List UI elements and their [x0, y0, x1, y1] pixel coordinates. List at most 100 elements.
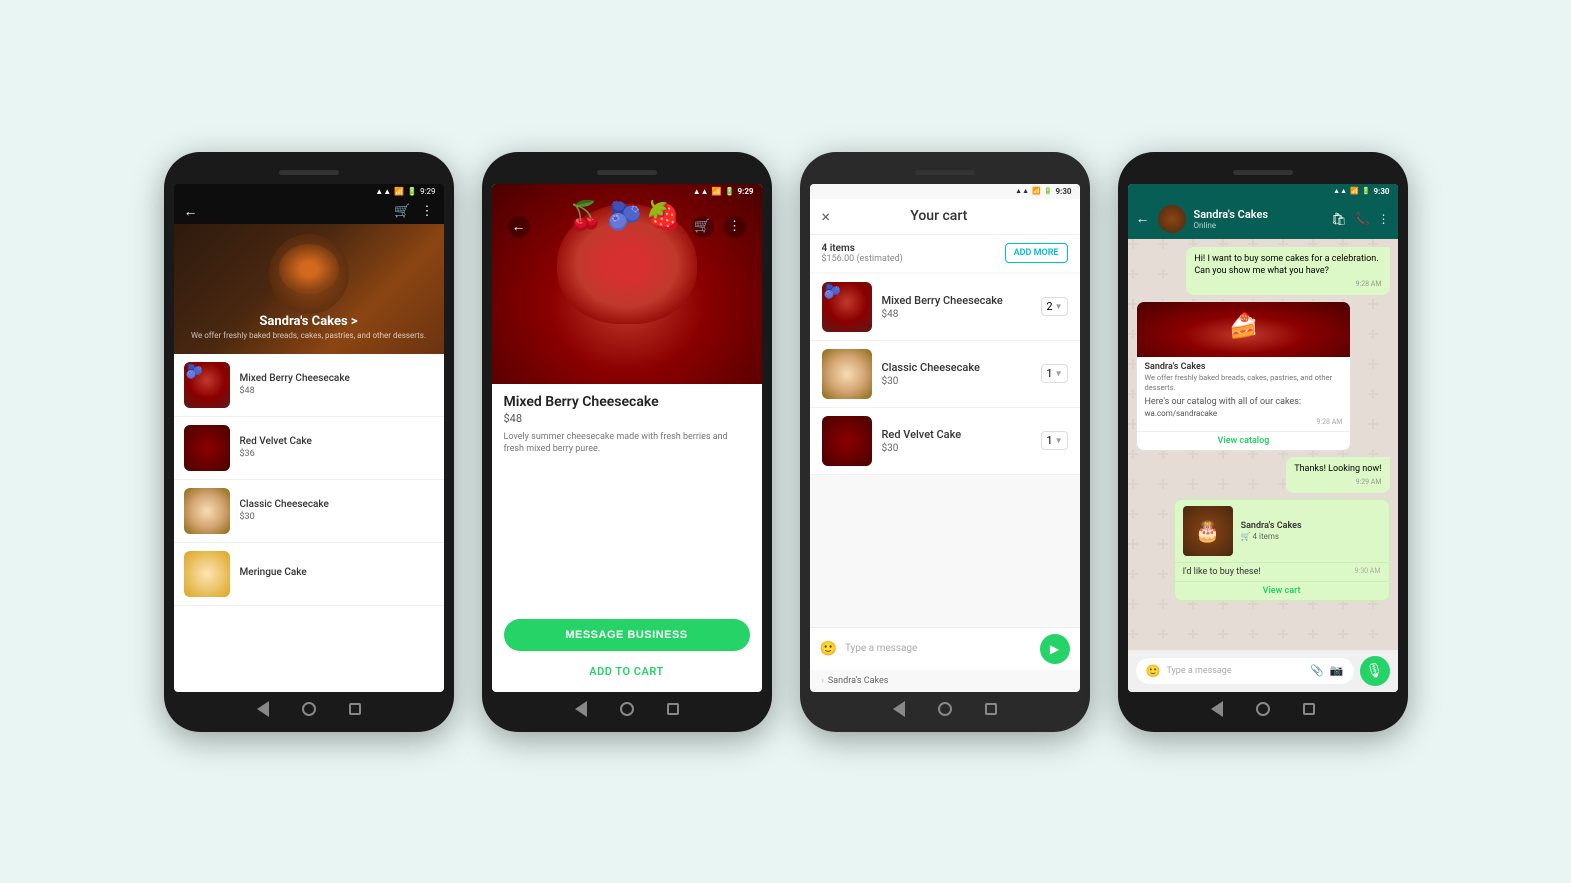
- product-thumb-berry: [184, 362, 230, 408]
- product-thumb-meringue: [184, 551, 230, 597]
- product-name-1: Red Velvet Cake: [240, 436, 434, 447]
- message-input-cart[interactable]: Type a message: [845, 643, 1032, 654]
- recents-nav-3[interactable]: [982, 700, 1000, 718]
- chat-header-icons: 🛍 📞 ⋮: [1331, 212, 1389, 226]
- recents-nav-2[interactable]: [664, 700, 682, 718]
- cart-share-card[interactable]: Sandra's Cakes 🛒 4 items I'd like to buy…: [1174, 499, 1390, 601]
- recents-nav-1[interactable]: [346, 700, 364, 718]
- catalog-time: 9:28 AM: [1145, 418, 1343, 426]
- cart-item-price-0: $48: [882, 309, 1032, 320]
- back-nav-1[interactable]: [254, 700, 272, 718]
- product-info-2: Classic Cheesecake $30: [240, 499, 434, 522]
- catalog-link[interactable]: wa.com/sandracake: [1145, 409, 1343, 418]
- add-more-button[interactable]: ADD MORE: [1005, 243, 1068, 263]
- cart-items-badge: 🛒 4 items: [1241, 532, 1302, 541]
- cart-item-name-0: Mixed Berry Cheesecake: [882, 294, 1032, 307]
- header-icons-1: 🛒 ⋮: [394, 204, 433, 219]
- cart-item-qty-0[interactable]: 2 ▼: [1041, 297, 1067, 316]
- menu-icon-4[interactable]: ⋮: [1378, 212, 1390, 226]
- phones-container: ▲▲ 📶 🔋 9:29 ← 🛒 ⋮ Sandra's Cakes > We of…: [144, 112, 1428, 772]
- emoji-icon-3[interactable]: 🙂: [820, 641, 837, 657]
- nav-bar-1: [174, 692, 444, 722]
- menu-icon-2[interactable]: ⋮: [724, 216, 746, 238]
- menu-icon-1[interactable]: ⋮: [421, 204, 434, 219]
- chat-input-area[interactable]: 🙂 Type a message 📎 📷: [1136, 658, 1354, 684]
- phone-top-bar-1: [174, 162, 444, 184]
- attachment-icon[interactable]: 📎: [1310, 664, 1324, 677]
- home-nav-2[interactable]: [618, 700, 636, 718]
- send-button-cart[interactable]: ▶: [1040, 634, 1070, 664]
- view-catalog-button[interactable]: View catalog: [1137, 431, 1351, 450]
- back-icon-4[interactable]: ←: [1136, 210, 1150, 227]
- recents-nav-4[interactable]: [1300, 700, 1318, 718]
- nav-bar-4: [1128, 692, 1398, 722]
- business-desc-1: We offer freshly baked breads, cakes, pa…: [191, 331, 426, 340]
- add-to-cart-button[interactable]: ADD TO CART: [504, 659, 750, 684]
- message-business-button[interactable]: MESSAGE BUSINESS: [504, 619, 750, 651]
- list-item[interactable]: Mixed Berry Cheesecake $48: [174, 354, 444, 417]
- cart-share-info: Sandra's Cakes 🛒 4 items: [1241, 521, 1302, 541]
- back-nav-2[interactable]: [572, 700, 590, 718]
- phone-1: ▲▲ 📶 🔋 9:29 ← 🛒 ⋮ Sandra's Cakes > We of…: [164, 152, 454, 732]
- cart-item-thumb-2: [822, 416, 872, 466]
- chat-bubble-2: Thanks! Looking now! 9:29 AM: [1286, 457, 1389, 493]
- cart-item-0: Mixed Berry Cheesecake $48 2 ▼: [810, 274, 1080, 341]
- speaker-2: [597, 170, 657, 175]
- catalog-card-image: [1137, 302, 1351, 357]
- cart-estimate: $156.00 (estimated): [822, 254, 903, 264]
- back-nav-3[interactable]: [890, 700, 908, 718]
- detail-product-price: $48: [504, 412, 750, 425]
- product-price-2: $30: [240, 512, 434, 522]
- phone-top-bar-3: [810, 162, 1080, 184]
- catalog-card-info: Sandra's Cakes We offer freshly baked br…: [1137, 357, 1351, 431]
- home-nav-1[interactable]: [300, 700, 318, 718]
- phone1-header: ← 🛒 ⋮: [174, 199, 444, 224]
- phone-4: ▲▲ 📶 🔋 9:30 ← Sandra's Cakes Online 🛍 📞 …: [1118, 152, 1408, 732]
- call-icon-4[interactable]: 📞: [1355, 212, 1370, 226]
- list-item[interactable]: Red Velvet Cake $36: [174, 417, 444, 480]
- product-info-3: Meringue Cake: [240, 567, 434, 580]
- cart-item-price-1: $30: [882, 376, 1032, 387]
- view-cart-button[interactable]: View cart: [1175, 581, 1389, 600]
- back-nav-4[interactable]: [1208, 700, 1226, 718]
- cart-message-bar: 🙂 Type a message ▶: [810, 627, 1080, 670]
- phone-2: ▲▲ 📶 🔋 9:29 ← 🛒 ⋮ Mixed Berry Cheesecake…: [482, 152, 772, 732]
- cart-item-info-2: Red Velvet Cake $30: [882, 428, 1032, 454]
- back-icon-2[interactable]: ←: [508, 216, 530, 238]
- home-nav-3[interactable]: [936, 700, 954, 718]
- product-detail-image: [492, 184, 762, 384]
- chat-contact-status: Online: [1194, 221, 1324, 230]
- list-item[interactable]: Classic Cheesecake $30: [174, 480, 444, 543]
- cart-title: Your cart: [830, 208, 1047, 224]
- catalog-icon-4[interactable]: 🛍: [1331, 212, 1346, 226]
- list-item[interactable]: Meringue Cake: [174, 543, 444, 606]
- phone2-header: ← 🛒 ⋮: [502, 216, 752, 238]
- catalog-card[interactable]: Sandra's Cakes We offer freshly baked br…: [1136, 301, 1352, 451]
- close-button[interactable]: ×: [822, 207, 831, 226]
- cart-item-qty-2[interactable]: 1 ▼: [1041, 431, 1067, 450]
- emoji-icon-chat[interactable]: 🙂: [1146, 664, 1161, 678]
- cart-items-count: 4 items: [822, 243, 903, 254]
- phone-3: ▲▲ 📶 🔋 9:30 × Your cart 4 items $156.00 …: [800, 152, 1090, 732]
- chat-contact-info: Sandra's Cakes Online: [1194, 208, 1324, 230]
- home-nav-4[interactable]: [1254, 700, 1272, 718]
- back-icon-1[interactable]: ←: [184, 203, 198, 220]
- cart-item-name-2: Red Velvet Cake: [882, 428, 1032, 441]
- product-name-2: Classic Cheesecake: [240, 499, 434, 510]
- catalog-text: Here's our catalog with all of our cakes…: [1145, 397, 1343, 407]
- cart-item-name-1: Classic Cheesecake: [882, 361, 1032, 374]
- cart-icon-2[interactable]: 🛒: [692, 216, 714, 238]
- cart-item-qty-1[interactable]: 1 ▼: [1041, 364, 1067, 383]
- speaker-3: [915, 170, 975, 175]
- status-time-2: 9:29: [737, 187, 753, 196]
- cart-caption: I'd like to buy these!: [1183, 567, 1261, 577]
- camera-icon[interactable]: 📷: [1330, 664, 1344, 677]
- cart-shop-name: Sandra's Cakes: [1241, 521, 1302, 531]
- cart-icon-1[interactable]: 🛒: [394, 204, 410, 219]
- chat-input-text[interactable]: Type a message: [1166, 666, 1304, 676]
- cart-item-info-1: Classic Cheesecake $30: [882, 361, 1032, 387]
- phone-2-screen: ▲▲ 📶 🔋 9:29 ← 🛒 ⋮ Mixed Berry Cheesecake…: [492, 184, 762, 692]
- cart-item-price-2: $30: [882, 443, 1032, 454]
- chat-send-button[interactable]: 🎙: [1360, 656, 1390, 686]
- phone-top-bar-2: [492, 162, 762, 184]
